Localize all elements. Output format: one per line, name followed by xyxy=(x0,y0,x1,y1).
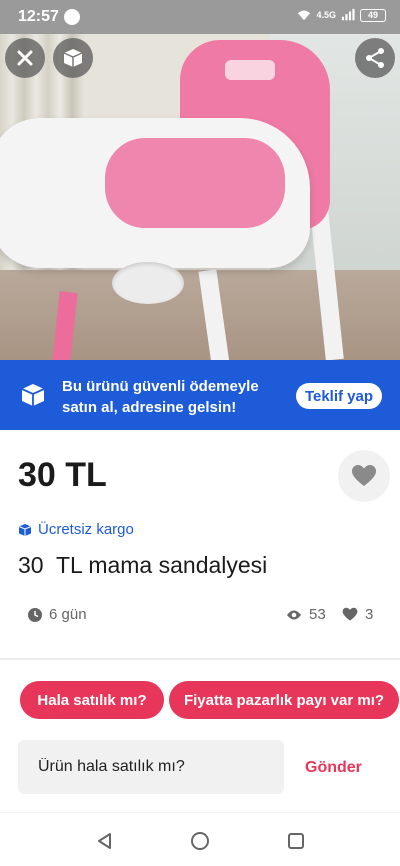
box-icon xyxy=(21,384,45,406)
view-count: 53 xyxy=(286,606,326,623)
system-nav-bar xyxy=(0,812,400,866)
eye-icon xyxy=(287,610,301,619)
divider xyxy=(0,658,400,660)
listing-age: 6 gün xyxy=(28,606,87,623)
recents-icon[interactable] xyxy=(286,831,306,851)
close-icon xyxy=(17,50,33,66)
free-shipping-badge: Ücretsiz kargo xyxy=(18,521,134,538)
share-button[interactable] xyxy=(355,38,395,78)
product-title: 30 TL mama sandalyesi xyxy=(18,552,268,578)
wifi-icon xyxy=(298,10,311,21)
box-icon xyxy=(63,49,83,67)
like-count: 3 xyxy=(342,606,373,623)
send-button[interactable]: Gönder xyxy=(305,759,362,777)
product-image[interactable] xyxy=(0,30,400,360)
product-price: 30 TL xyxy=(18,456,107,494)
tray-cup-holder xyxy=(112,262,184,304)
status-indicators: 4.5G 49 xyxy=(297,8,386,22)
message-input[interactable] xyxy=(18,740,284,794)
clock-icon xyxy=(28,607,42,622)
listing-age-text: 6 gün xyxy=(49,606,87,623)
network-type: 4.5G xyxy=(316,9,336,20)
quick-reply-still-available[interactable]: Hala satılık mı? xyxy=(20,681,164,719)
status-bar: 12:57 4.5G 49 xyxy=(0,0,400,34)
heart-icon xyxy=(352,465,376,486)
quick-reply-negotiable[interactable]: Fiyatta pazarlık payı var mı? xyxy=(169,681,399,719)
back-icon[interactable] xyxy=(95,831,115,851)
banner-text: Bu ürünü güvenli ödemeyle satın al, adre… xyxy=(62,378,259,416)
music-app-icon xyxy=(64,9,80,25)
like-count-text: 3 xyxy=(365,606,374,623)
status-time: 12:57 xyxy=(18,8,59,25)
view-count-text: 53 xyxy=(309,606,326,623)
box-button[interactable] xyxy=(53,38,93,78)
signal-icon xyxy=(341,8,355,21)
box-icon xyxy=(18,523,32,536)
battery-icon: 49 xyxy=(360,8,386,22)
shipping-label: Ücretsiz kargo xyxy=(38,521,134,538)
make-offer-button[interactable]: Teklif yap xyxy=(296,383,382,409)
close-button[interactable] xyxy=(5,38,45,78)
chair-tray xyxy=(0,118,310,268)
home-icon[interactable] xyxy=(190,831,210,851)
share-icon xyxy=(366,48,384,68)
favorite-button[interactable] xyxy=(338,450,390,502)
heart-icon xyxy=(342,607,358,621)
